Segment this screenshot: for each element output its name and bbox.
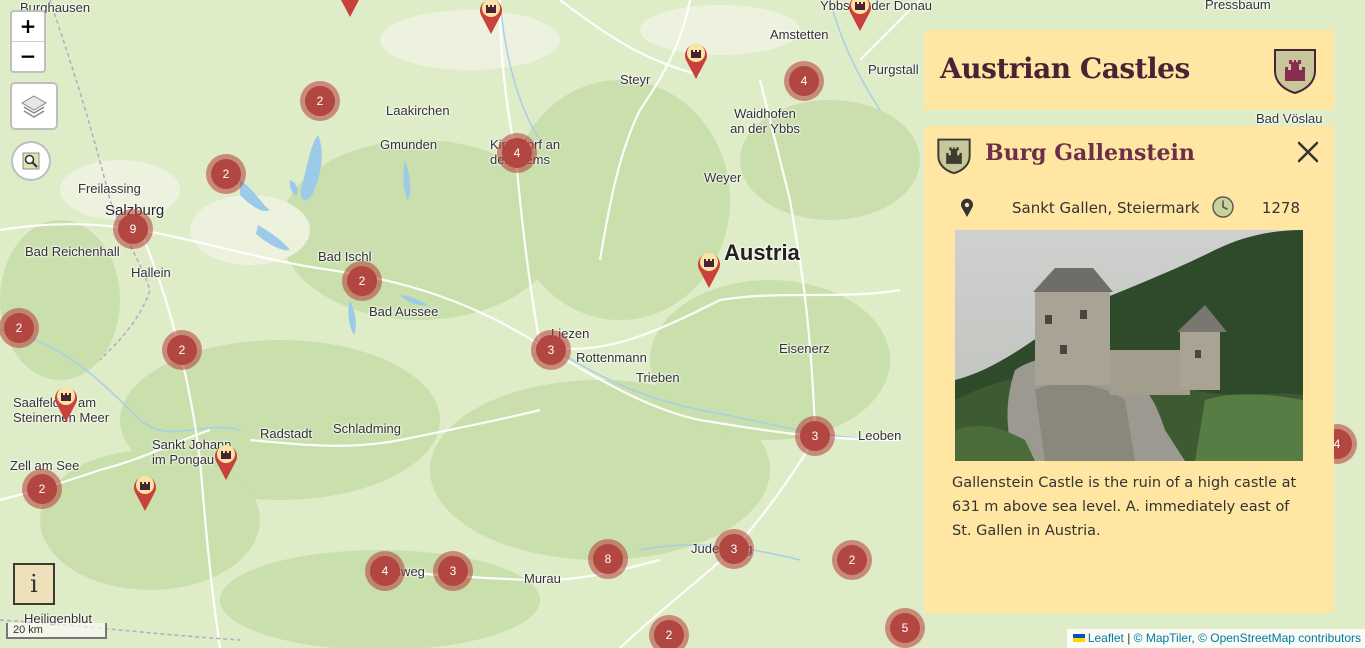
place-label: Gmunden [380,137,438,152]
castle-description: Gallenstein Castle is the ruin of a high… [952,475,1297,539]
place-label: Freilassing [78,181,141,196]
castle-year: 1278 [1261,199,1300,217]
place-label: Bad Reichenhall [25,244,120,259]
cluster-marker[interactable]: 4 [784,61,824,101]
close-icon[interactable] [1296,140,1320,164]
osm-link[interactable]: © OpenStreetMap contributors [1198,631,1361,645]
place-label: Trieben [636,370,680,385]
cluster-count: 2 [4,313,34,343]
app-title: Austrian Castles [940,52,1190,85]
cluster-marker[interactable]: 2 [22,469,62,509]
castle-name: Burg Gallenstein [985,140,1195,166]
castle-marker[interactable] [478,0,504,35]
cluster-count: 5 [890,613,920,643]
castle-photo [955,230,1303,461]
place-label: Steyr [620,72,651,87]
cluster-count: 8 [593,544,623,574]
castle-detail-panel: Burg Gallenstein Sankt Gallen, Steiermar… [924,126,1334,613]
attribution-separator: | [1123,631,1134,645]
cluster-marker[interactable]: 2 [0,308,39,348]
country-label: Austria [724,240,800,265]
cluster-marker[interactable]: 9 [113,209,153,249]
place-label: Laakirchen [386,103,450,118]
place-label: Schladming [333,421,401,436]
cluster-marker[interactable]: 3 [433,551,473,591]
zoom-out-button[interactable]: − [12,42,44,71]
place-label: Bad Aussee [369,304,439,319]
cluster-count: 9 [118,214,148,244]
cluster-marker[interactable]: 4 [365,551,405,591]
search-button[interactable] [11,141,51,181]
cluster-count: 3 [438,556,468,586]
attribution: Leaflet | © MapTiler, © OpenStreetMap co… [1066,629,1365,648]
scale-bar: 20 km [6,623,107,639]
castle-crest-icon [1274,49,1316,95]
title-panel: Austrian Castles [924,30,1334,110]
cluster-marker[interactable]: 2 [206,154,246,194]
place-label: Leoben [858,428,902,443]
castle-marker[interactable] [132,472,158,512]
castle-location: Sankt Gallen, Steiermark [1012,199,1200,217]
cluster-count: 2 [211,159,241,189]
clock-icon [1212,196,1234,218]
zoom-in-button[interactable]: + [12,12,44,42]
place-label: Eisenerz [779,341,830,356]
cluster-marker[interactable]: 2 [832,540,872,580]
cluster-marker[interactable]: 3 [714,529,754,569]
cluster-count: 2 [347,266,377,296]
castle-marker[interactable] [337,0,363,18]
castle-marker[interactable] [696,249,722,289]
info-button[interactable]: i [13,563,55,605]
castle-marker[interactable] [53,383,79,423]
cluster-marker[interactable]: 3 [795,416,835,456]
castle-marker[interactable] [213,441,239,481]
place-label: Hallein [131,265,171,280]
cluster-marker[interactable]: 4 [497,133,537,173]
cluster-count: 2 [654,620,684,648]
leaflet-link[interactable]: Leaflet [1088,631,1124,645]
zoom-control: + − [10,10,46,73]
cluster-count: 3 [536,335,566,365]
cluster-marker[interactable]: 2 [649,615,689,648]
cluster-marker[interactable]: 2 [162,330,202,370]
castle-marker[interactable] [847,0,873,32]
cluster-count: 4 [789,66,819,96]
place-label: Rottenmann [576,350,647,365]
cluster-marker[interactable]: 2 [300,81,340,121]
cluster-marker[interactable]: 8 [588,539,628,579]
place-label: Radstadt [260,426,313,441]
castle-crest-icon [937,138,971,175]
cluster-count: 2 [305,86,335,116]
layers-icon [21,95,47,118]
castle-marker[interactable] [683,40,709,80]
place-label: Murau [524,571,561,586]
place-label: Purgstall [868,62,919,77]
place-label: Amstetten [770,27,829,42]
place-label: Pressbaum [1205,0,1271,12]
ukraine-flag-icon [1072,634,1085,642]
cluster-marker[interactable]: 2 [342,261,382,301]
layers-button[interactable] [10,82,58,130]
place-label: Ybbs an der Donau [820,0,933,13]
cluster-count: 2 [167,335,197,365]
cluster-marker[interactable]: 5 [885,608,925,648]
place-label: Waidhofen an der Ybbs [730,106,800,136]
place-label: Bad Vöslau [1256,111,1323,126]
cluster-count: 4 [502,138,532,168]
cluster-count: 2 [837,545,867,575]
maptiler-link[interactable]: © MapTiler [1134,631,1192,645]
cluster-count: 3 [719,534,749,564]
location-pin-icon [961,198,973,217]
cluster-count: 3 [800,421,830,451]
search-icon [22,152,40,170]
cluster-count: 2 [27,474,57,504]
place-label: Weyer [704,170,742,185]
cluster-marker[interactable]: 3 [531,330,571,370]
cluster-count: 4 [370,556,400,586]
